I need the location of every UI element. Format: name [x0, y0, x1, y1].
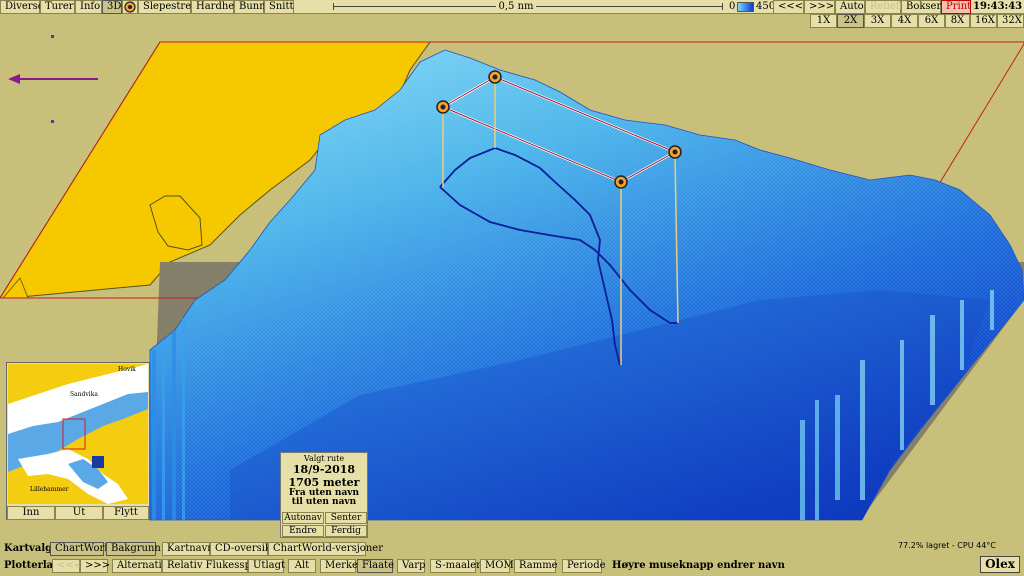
hint-text: Høyre museknapp endrer navn: [612, 560, 785, 571]
selected-route-panel: Valgt rute 18/9-2018 1705 meter Fra uten…: [280, 452, 368, 538]
forward-button[interactable]: >>>: [804, 0, 835, 14]
overview-minimap[interactable]: Hovik Sandvika Lillehammer Inn Ut Flytt: [6, 362, 150, 520]
zoom-6x-button[interactable]: 6X: [918, 14, 945, 28]
chartworld-versjoner-button[interactable]: ChartWorld-versjoner: [268, 542, 383, 556]
depth-min-label: 0: [729, 1, 736, 12]
plotter-back-button[interactable]: <<<: [52, 559, 82, 573]
scale-tick: [333, 3, 334, 10]
utlagt-button[interactable]: Utlagt: [248, 559, 285, 573]
flaate-button[interactable]: Flaate: [357, 559, 394, 573]
minimap-view[interactable]: Hovik Sandvika Lillehammer: [8, 364, 148, 504]
cd-oversikt-button[interactable]: CD-oversikt: [210, 542, 275, 556]
relieff-button[interactable]: Relieff: [865, 0, 903, 14]
minimap-zoom-out-button[interactable]: Ut: [55, 506, 103, 520]
endre-button[interactable]: Endre: [282, 525, 324, 537]
minimap-place-label: Sandvika: [70, 391, 98, 398]
minimap-move-button[interactable]: Flytt: [103, 506, 149, 520]
minimap-place-label: Lillehammer: [30, 486, 69, 493]
auto-button[interactable]: Auto: [835, 0, 865, 14]
alt-button[interactable]: Alt: [288, 559, 316, 573]
route-waypoint-icon[interactable]: [668, 145, 682, 159]
zoom-2x-button[interactable]: 2X: [837, 14, 864, 28]
autonav-button[interactable]: Autonav: [282, 512, 324, 524]
plotter-layer-bar: Plotterlag <<< >>> Alternativ Relativ Fl…: [0, 559, 1024, 573]
ramme-button[interactable]: Ramme: [514, 559, 558, 573]
clock: 19:43:43: [973, 1, 1023, 12]
zoom-16x-button[interactable]: 16X: [970, 14, 997, 28]
olex-logo: Olex: [980, 556, 1020, 573]
kartnavn-button[interactable]: Kartnavn: [162, 542, 214, 556]
chartworld-button[interactable]: ChartWorld: [50, 542, 114, 556]
top-toolbar: Diverse Turer Info 3D Slepestrek Hardhet…: [0, 0, 1024, 14]
menu-slepestrek[interactable]: Slepestrek: [138, 0, 197, 14]
route-to: til uten navn: [291, 497, 357, 507]
periode-button[interactable]: Periode: [562, 559, 606, 573]
back-button[interactable]: <<<: [773, 0, 804, 14]
minimap-zoom-in-button[interactable]: Inn: [7, 506, 55, 520]
minimap-place-label: Hovik: [118, 366, 136, 373]
view-3d-button[interactable]: 3D: [102, 0, 122, 14]
zoom-4x-button[interactable]: 4X: [891, 14, 918, 28]
ferdig-button[interactable]: Ferdig: [325, 525, 367, 537]
kartvalg-label: Kartvalg: [4, 543, 53, 554]
depth-color-scale[interactable]: [737, 2, 754, 12]
scale-label: 0,5 nm: [496, 0, 536, 13]
menu-info[interactable]: Info: [75, 0, 102, 14]
s-maaler-button[interactable]: S-maaler: [430, 559, 481, 573]
zoom-8x-button[interactable]: 8X: [945, 14, 970, 28]
route-panel-title: Valgt rute: [303, 454, 345, 463]
merke-button[interactable]: Merke: [320, 559, 358, 573]
3d-seabed-view[interactable]: [0, 28, 1024, 540]
menu-hardhet[interactable]: Hardhet: [191, 0, 238, 14]
menu-diverse[interactable]: Diverse: [0, 0, 44, 14]
senter-button[interactable]: Senter: [325, 512, 367, 524]
menu-bunn[interactable]: Bunn: [234, 0, 266, 14]
route-date: 18/9-2018: [292, 463, 356, 476]
route-waypoint-icon[interactable]: [488, 70, 502, 84]
zoom-32x-button[interactable]: 32X: [997, 14, 1024, 28]
route-waypoint-icon[interactable]: [436, 100, 450, 114]
plotter-forward-button[interactable]: >>>: [80, 559, 110, 573]
alternativ-button[interactable]: Alternativ: [112, 559, 167, 573]
zoom-1x-button[interactable]: 1X: [810, 14, 837, 28]
bokser-button[interactable]: Bokser: [901, 0, 941, 14]
route-waypoint-icon[interactable]: [614, 175, 628, 189]
relativ-flukesspred-button[interactable]: Relativ Flukesspred: [162, 559, 268, 573]
bakgrunn-button[interactable]: Bakgrunn: [106, 542, 161, 556]
menu-snitt[interactable]: Snitt: [264, 0, 294, 14]
print-button[interactable]: Print: [941, 0, 971, 14]
chart-selection-bar: Kartvalg ChartWorld Bakgrunn Kartnavn CD…: [0, 542, 1024, 556]
scale-tick: [722, 3, 723, 10]
zoom-3x-button[interactable]: 3X: [864, 14, 891, 28]
menu-turer[interactable]: Turer: [40, 0, 75, 14]
seabed-render[interactable]: [0, 28, 1024, 540]
varp-button[interactable]: Varp: [397, 559, 425, 573]
status-text: 77.2% lagret - CPU 44°C: [898, 541, 996, 550]
target-icon[interactable]: [122, 0, 138, 14]
heading-arrow-icon: [8, 35, 98, 123]
mom-button[interactable]: MOM: [480, 559, 514, 573]
zoom-bar: 1X 2X 3X 4X 6X 8X 16X 32X: [0, 14, 1024, 28]
